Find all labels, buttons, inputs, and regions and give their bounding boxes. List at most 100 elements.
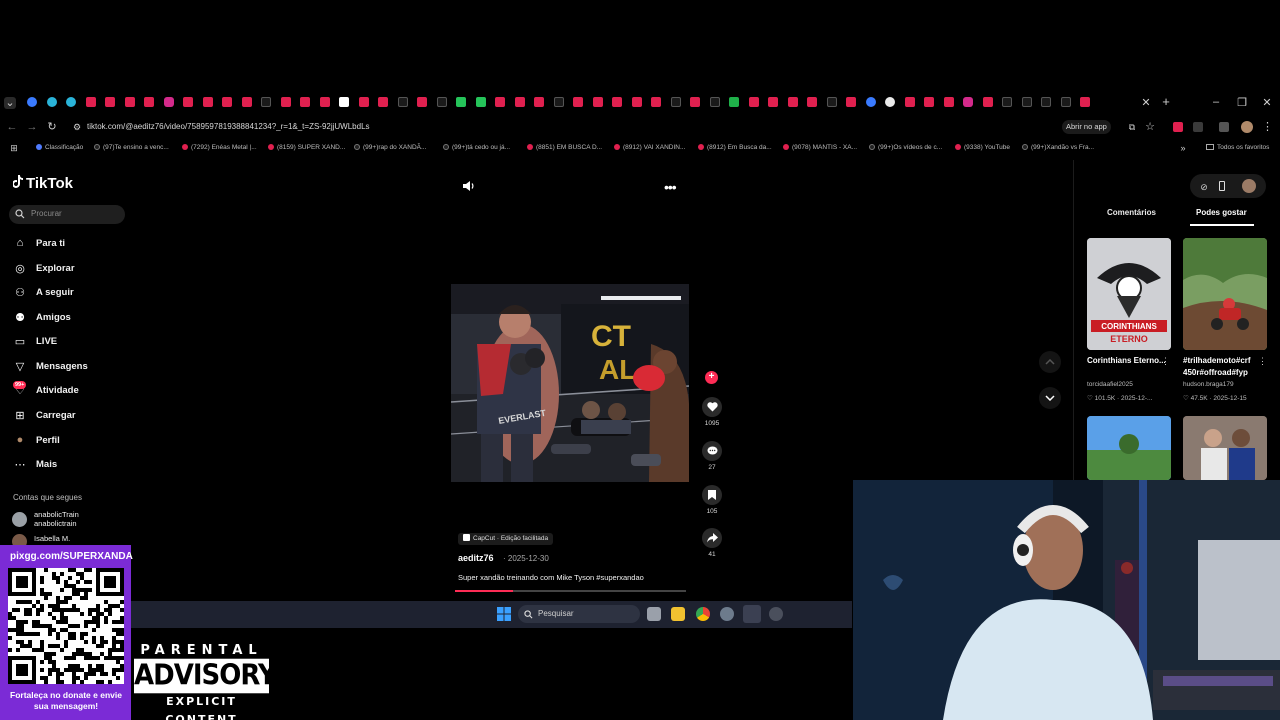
browser-tab[interactable] bbox=[183, 97, 193, 107]
browser-tab[interactable] bbox=[202, 97, 213, 107]
sidebar-item-mais[interactable]: ⋯ Mais bbox=[13, 456, 58, 472]
browser-tab[interactable] bbox=[397, 97, 408, 107]
browser-tab[interactable] bbox=[436, 97, 447, 107]
comment-button[interactable]: 27 bbox=[701, 441, 723, 471]
browser-tab[interactable] bbox=[963, 97, 973, 107]
browser-tab[interactable] bbox=[690, 97, 700, 107]
extension-icon[interactable] bbox=[1173, 122, 1183, 132]
browser-tab[interactable] bbox=[865, 97, 876, 107]
sidebar-item-mensagens[interactable]: ▽ Mensagens bbox=[13, 358, 88, 374]
profile-avatar[interactable] bbox=[1241, 121, 1253, 133]
browser-tab[interactable] bbox=[904, 97, 915, 107]
browser-tab[interactable] bbox=[826, 97, 837, 107]
browser-tab[interactable] bbox=[222, 97, 232, 107]
bookmark-item[interactable]: (99+)tá cedo ou já... bbox=[443, 142, 510, 153]
menu-icon[interactable]: ⋮ bbox=[1262, 121, 1273, 133]
video-author[interactable]: aeditz76 bbox=[458, 553, 494, 563]
recommended-thumbnail[interactable] bbox=[1183, 416, 1267, 480]
close-tab-icon[interactable]: ✕ bbox=[1141, 97, 1151, 109]
recommended-user[interactable]: hudson.braga179 bbox=[1183, 381, 1234, 388]
tab-comments[interactable]: Comentários bbox=[1107, 208, 1156, 217]
bookmark-item[interactable]: (8159) SUPER XAND... bbox=[268, 142, 345, 153]
browser-tab[interactable] bbox=[144, 97, 154, 107]
bookmark-item[interactable]: Classificação bbox=[36, 142, 83, 153]
browser-tab[interactable] bbox=[300, 97, 310, 107]
following-account[interactable]: anabolicTrain anabolictrain bbox=[12, 510, 79, 528]
browser-tab[interactable] bbox=[358, 97, 369, 107]
settings-gear-icon[interactable] bbox=[720, 607, 734, 621]
browser-tab[interactable] bbox=[807, 97, 817, 107]
share-button[interactable]: 41 bbox=[701, 528, 723, 558]
windows-start-icon[interactable] bbox=[497, 607, 511, 621]
browser-tab[interactable] bbox=[631, 97, 642, 107]
sidebar-item-live[interactable]: ▭ LIVE bbox=[13, 333, 57, 349]
minimize-button[interactable]: – bbox=[1210, 96, 1222, 108]
browser-tab[interactable] bbox=[768, 97, 778, 107]
browser-tab[interactable] bbox=[339, 97, 349, 107]
browser-tab[interactable] bbox=[319, 97, 330, 107]
browser-tab[interactable] bbox=[1002, 97, 1012, 107]
maximize-button[interactable]: ❐ bbox=[1236, 97, 1248, 109]
recommended-thumbnail[interactable] bbox=[1087, 416, 1171, 480]
card-more-icon[interactable]: ⋮ bbox=[1161, 355, 1170, 367]
tab-you-may-like[interactable]: Podes gostar bbox=[1196, 208, 1247, 217]
open-in-app-button[interactable]: Abrir no app bbox=[1062, 120, 1111, 134]
browser-tab[interactable] bbox=[943, 97, 954, 107]
chrome-icon[interactable] bbox=[696, 607, 710, 621]
browser-tab[interactable] bbox=[651, 97, 661, 107]
browser-tab[interactable] bbox=[612, 97, 622, 107]
all-bookmarks-folder[interactable]: Todos os favoritos bbox=[1206, 142, 1269, 153]
like-button[interactable]: 1095 bbox=[701, 397, 723, 427]
user-avatar[interactable] bbox=[1242, 179, 1256, 193]
card-more-icon[interactable]: ⋮ bbox=[1258, 355, 1267, 367]
taskbar-search-input[interactable] bbox=[518, 605, 640, 623]
device-icon[interactable] bbox=[1219, 181, 1225, 191]
task-view-icon[interactable] bbox=[647, 607, 661, 621]
bookmark-item[interactable]: (99+)Os vídeos de c... bbox=[869, 142, 942, 153]
browser-tab[interactable] bbox=[1021, 97, 1032, 107]
browser-tab[interactable] bbox=[124, 97, 135, 107]
bookmark-item[interactable]: (8851) EM BUSCA D... bbox=[527, 142, 602, 153]
browser-tab[interactable] bbox=[1041, 97, 1051, 107]
browser-tab[interactable] bbox=[982, 97, 993, 107]
browser-tab[interactable] bbox=[66, 97, 76, 107]
browser-tab[interactable] bbox=[495, 97, 505, 107]
browser-tab[interactable] bbox=[27, 97, 37, 107]
browser-tab[interactable] bbox=[514, 97, 525, 107]
sidebar-item-amigos[interactable]: ⚉ Amigos bbox=[13, 309, 71, 325]
window-close-button[interactable]: ✕ bbox=[1261, 97, 1273, 109]
browser-tab[interactable] bbox=[1060, 97, 1071, 107]
video-player[interactable]: CT AL EVERLAST bbox=[451, 284, 689, 482]
browser-tab[interactable] bbox=[709, 97, 720, 107]
browser-tab[interactable] bbox=[241, 97, 252, 107]
browser-tab[interactable] bbox=[280, 97, 291, 107]
browser-tab[interactable] bbox=[885, 97, 895, 107]
bookmark-item[interactable]: (7292) Enéas Metal |... bbox=[182, 142, 257, 153]
forward-button[interactable]: → bbox=[26, 121, 38, 133]
bookmark-item[interactable]: (8912) Em Busca da... bbox=[698, 142, 772, 153]
sidebar-item-a-seguir[interactable]: ⚇ A seguir bbox=[13, 284, 74, 300]
recommended-thumbnail[interactable]: CORINTHIANS ETERNO bbox=[1087, 238, 1171, 350]
sidebar-item-explorar[interactable]: ◎ Explorar bbox=[13, 260, 74, 276]
browser-tab[interactable] bbox=[456, 97, 466, 107]
reload-button[interactable]: ↻ bbox=[46, 121, 58, 133]
browser-tab[interactable] bbox=[592, 97, 603, 107]
compass-icon[interactable]: ⊘ bbox=[1199, 181, 1209, 193]
bookmark-item[interactable]: (99+)rap do XANDÃ... bbox=[354, 142, 426, 153]
more-options-icon[interactable]: ••• bbox=[664, 179, 677, 195]
browser-tab[interactable] bbox=[924, 97, 934, 107]
search-input[interactable] bbox=[9, 205, 125, 224]
follow-plus-button[interactable]: + bbox=[705, 371, 718, 384]
recommended-user[interactable]: torcidaafiel2025 bbox=[1087, 381, 1133, 388]
file-explorer-icon[interactable] bbox=[671, 607, 685, 621]
browser-tab[interactable] bbox=[748, 97, 759, 107]
browser-tab[interactable] bbox=[573, 97, 583, 107]
new-tab-button[interactable]: + bbox=[1160, 95, 1172, 108]
browser-tab[interactable] bbox=[670, 97, 681, 107]
previous-video-button[interactable] bbox=[1039, 351, 1061, 373]
browser-tab[interactable] bbox=[163, 97, 174, 107]
recommended-title[interactable]: #trilhademoto#crf 450r#offroad#fyp bbox=[1183, 355, 1263, 379]
browser-tab[interactable] bbox=[105, 97, 115, 107]
capcut-tag[interactable]: CapCut · Edição facilitada bbox=[458, 533, 554, 545]
bookmark-item[interactable]: (99+)Xandão vs Fra... bbox=[1022, 142, 1094, 153]
